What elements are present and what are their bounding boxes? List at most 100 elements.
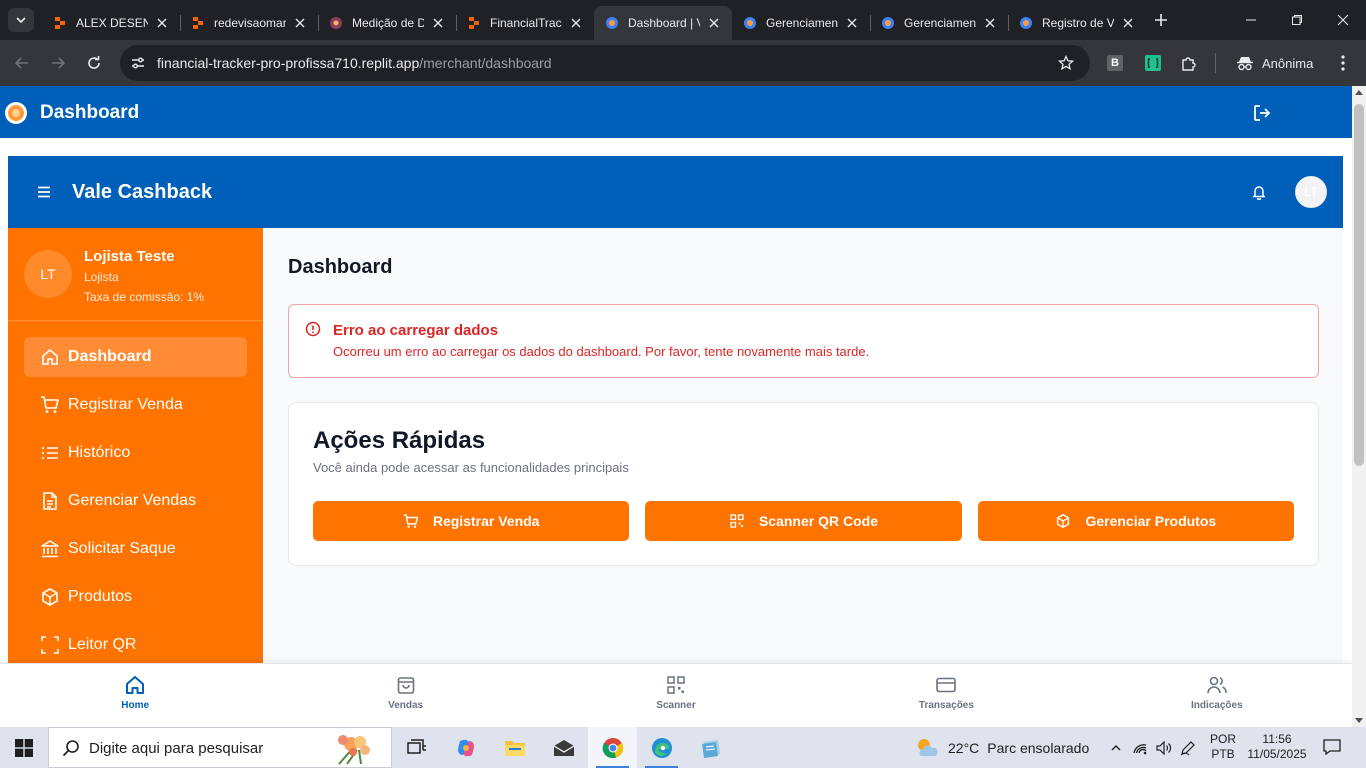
- mail-app[interactable]: [539, 727, 588, 768]
- notification-center-button[interactable]: [1320, 736, 1344, 758]
- reload-icon: [88, 56, 100, 69]
- bottom-nav-scanner[interactable]: Scanner: [541, 664, 811, 727]
- close-icon[interactable]: [568, 15, 584, 31]
- extensions-puzzle-icon[interactable]: [1179, 53, 1199, 73]
- show-hidden-icons-button[interactable]: [1104, 727, 1128, 768]
- network-button[interactable]: [1128, 727, 1152, 768]
- cart-icon: [40, 395, 60, 415]
- register-sale-button[interactable]: Registrar Venda: [313, 501, 630, 541]
- mail-icon: [553, 739, 574, 756]
- close-icon[interactable]: [844, 15, 860, 31]
- windows-taskbar: Digite aqui para pesquisar 22°C Parc ens…: [0, 727, 1366, 768]
- logout-button[interactable]: [1251, 102, 1273, 124]
- task-view-button[interactable]: [392, 727, 441, 768]
- scanner-qr-button[interactable]: Scanner QR Code: [645, 501, 962, 541]
- sidebar-item-registrar-venda[interactable]: Registrar Venda: [24, 385, 247, 425]
- folder-icon: [504, 740, 525, 756]
- close-icon[interactable]: [154, 15, 170, 31]
- sidebar-item-leitor-qr[interactable]: Leitor QR: [24, 625, 247, 665]
- browser-tab[interactable]: Registro de Vendas: [1008, 6, 1146, 40]
- app-header-title: Dashboard: [40, 102, 140, 123]
- minimize-button[interactable]: [1228, 0, 1274, 40]
- vale-icon: [880, 15, 896, 31]
- user-name: Lojista Teste: [84, 248, 175, 265]
- bottom-navigation: Home Vendas Scanner Transações Indicaçõe…: [0, 663, 1352, 727]
- sidebar-item-produtos[interactable]: Produtos: [24, 577, 247, 617]
- incognito-profile-button[interactable]: Anônima: [1226, 47, 1327, 79]
- file-explorer-app[interactable]: [490, 727, 539, 768]
- browser-tab[interactable]: Gerenciamento: [870, 6, 1008, 40]
- weather-widget[interactable]: 22°C Parc ensolarado: [914, 727, 1089, 768]
- box-icon: [40, 587, 60, 607]
- taskbar-search[interactable]: Digite aqui para pesquisar: [48, 727, 392, 768]
- restore-button[interactable]: [1274, 0, 1320, 40]
- copilot-app[interactable]: [441, 727, 490, 768]
- browser-tab[interactable]: Gerenciamento: [732, 6, 870, 40]
- manage-products-button[interactable]: Gerenciar Produtos: [977, 501, 1294, 541]
- avatar[interactable]: LT: [1295, 176, 1327, 208]
- bottom-nav-home[interactable]: Home: [0, 664, 270, 727]
- pen-menu-button[interactable]: [1176, 727, 1200, 768]
- browser-tab[interactable]: redevisaomarketing: [180, 6, 318, 40]
- chrome-app[interactable]: [588, 727, 637, 768]
- new-tab-button[interactable]: [1150, 9, 1172, 31]
- extension-b-icon[interactable]: B: [1107, 55, 1123, 71]
- bottom-nav-indicacoes[interactable]: Indicações: [1082, 664, 1352, 727]
- volume-button[interactable]: [1152, 727, 1176, 768]
- close-icon[interactable]: [1120, 15, 1136, 31]
- start-button[interactable]: [0, 727, 48, 768]
- address-bar[interactable]: financial-tracker-pro-profissa710.replit…: [120, 45, 1090, 81]
- close-icon[interactable]: [982, 15, 998, 31]
- input-language[interactable]: POR PTB: [1208, 732, 1238, 762]
- browser-tab[interactable]: Medição de Desempenho: [318, 6, 456, 40]
- sidebar-item-dashboard[interactable]: Dashboard: [24, 337, 247, 377]
- sidebar-item-solicitar-saque[interactable]: Solicitar Saque: [24, 529, 247, 569]
- close-icon[interactable]: [430, 15, 446, 31]
- browser-tab[interactable]: ALEX DESENVOLVEDOR: [42, 6, 180, 40]
- back-button[interactable]: [9, 50, 35, 76]
- sidebar-item-historico[interactable]: Histórico: [24, 433, 247, 473]
- reload-button[interactable]: [81, 50, 107, 76]
- bottom-nav-transacoes[interactable]: Transações: [811, 664, 1081, 727]
- close-icon[interactable]: [706, 15, 722, 31]
- scroll-up-arrow[interactable]: [1355, 90, 1363, 95]
- main-content: Dashboard Erro ao carregar dados Ocorreu…: [263, 228, 1343, 727]
- cart-icon: [403, 513, 419, 529]
- system-tray: [1104, 727, 1200, 768]
- flowers-illustration-icon: [338, 735, 370, 765]
- arrow-left-icon: [14, 57, 28, 69]
- forward-button[interactable]: [45, 50, 71, 76]
- tab-search-button[interactable]: [8, 8, 34, 32]
- clock[interactable]: 11:56 11/05/2025: [1242, 732, 1312, 762]
- browser-tab[interactable]: FinancialTracker: [456, 6, 594, 40]
- menu-toggle-button[interactable]: [34, 182, 54, 202]
- speaker-icon: [1156, 740, 1172, 755]
- app-header: Dashboard: [0, 86, 1352, 138]
- bag-icon: [395, 674, 417, 696]
- pen-icon: [1180, 740, 1195, 755]
- extension-bracket-icon[interactable]: [1143, 53, 1163, 73]
- url-host: financial-tracker-pro-profissa710.replit…: [157, 55, 420, 71]
- browser-menu-button[interactable]: [1333, 53, 1353, 73]
- bottom-nav-vendas[interactable]: Vendas: [270, 664, 540, 727]
- sidebar-item-gerenciar-vendas[interactable]: Gerenciar Vendas: [24, 481, 247, 521]
- page-scrollbar[interactable]: [1352, 86, 1366, 727]
- close-icon[interactable]: [292, 15, 308, 31]
- browser-tab-active[interactable]: Dashboard | Vale Cashback: [594, 6, 732, 40]
- notifications-button[interactable]: [1249, 182, 1269, 202]
- site-settings-icon[interactable]: [128, 53, 148, 73]
- edge-app[interactable]: [637, 727, 686, 768]
- scroll-down-arrow[interactable]: [1355, 718, 1363, 723]
- scrollbar-thumb[interactable]: [1354, 104, 1364, 466]
- bookmark-star-icon[interactable]: [1056, 53, 1076, 73]
- alert-message: Ocorreu um erro ao carregar os dados do …: [333, 344, 870, 359]
- notepad-icon: [701, 739, 720, 758]
- wifi-icon: [1133, 743, 1147, 754]
- chevron-up-icon: [1111, 744, 1121, 750]
- page-viewport: Dashboard Vale Cashback LT LT Lojista Te…: [0, 86, 1352, 727]
- notes-app[interactable]: [686, 727, 735, 768]
- close-window-button[interactable]: [1320, 0, 1366, 40]
- chevron-down-icon: [16, 17, 26, 24]
- replit-icon: [466, 15, 482, 31]
- chat-bubble-icon: [1323, 739, 1341, 755]
